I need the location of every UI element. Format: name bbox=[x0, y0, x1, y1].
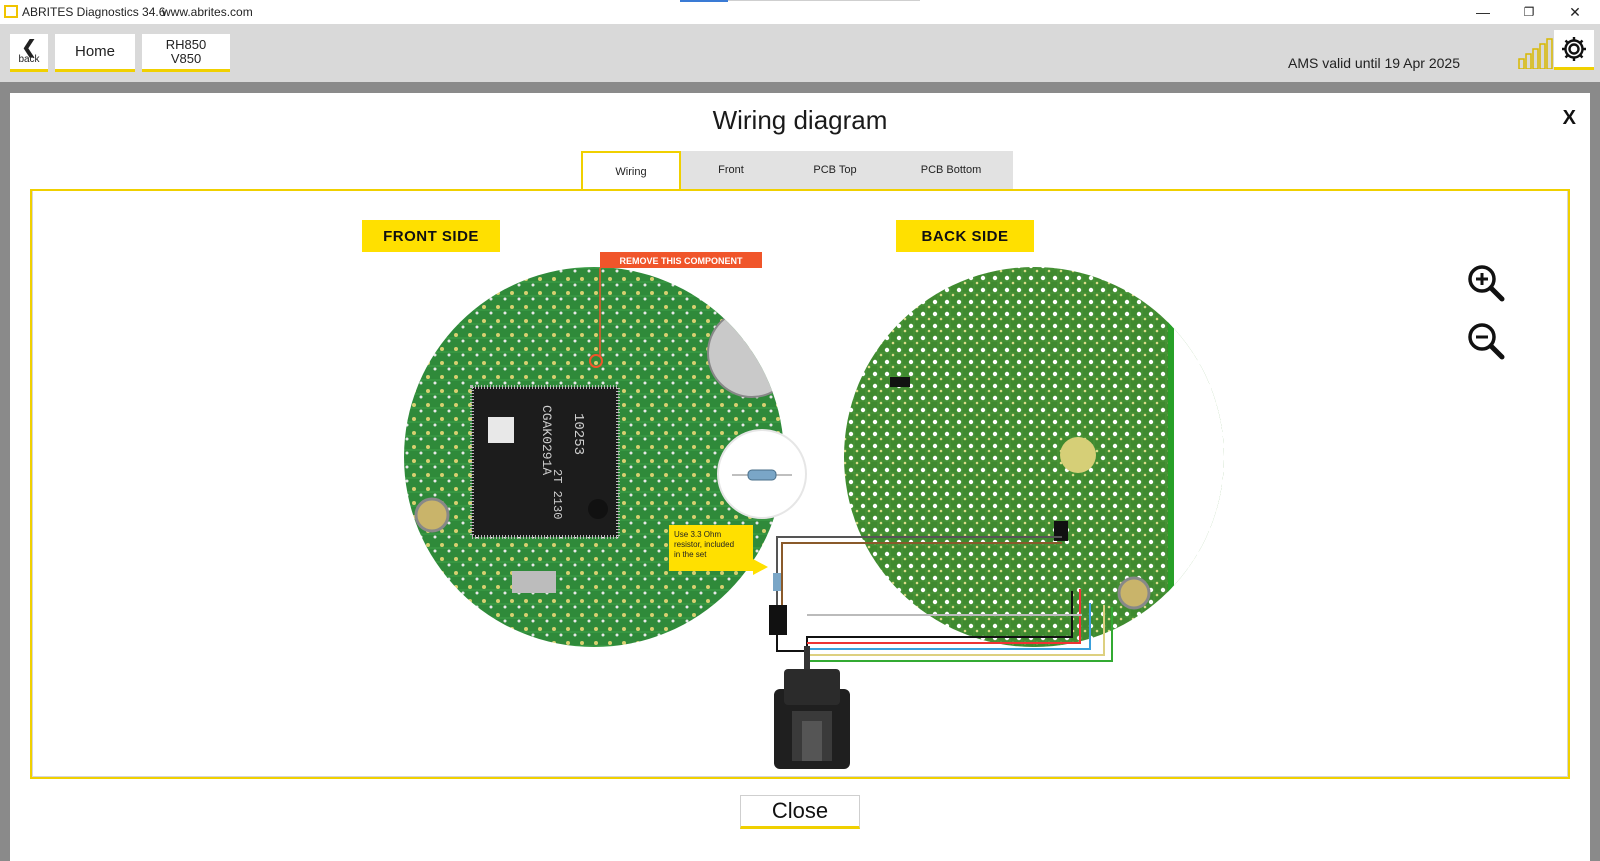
remove-component-label: REMOVE THIS COMPONENT bbox=[619, 256, 743, 266]
model-line-2: V850 bbox=[170, 50, 202, 66]
model-button[interactable]: RH850 V850 bbox=[142, 34, 230, 72]
window-url: www.abrites.com bbox=[162, 5, 253, 19]
app-logo-icon bbox=[4, 5, 18, 18]
dialog-close-x[interactable]: X bbox=[1563, 107, 1576, 130]
wiring-dialog: Wiring diagram X Wiring Front PCB Top PC… bbox=[10, 93, 1590, 861]
resistor-note-line1: Use 3.3 Ohm bbox=[674, 530, 721, 539]
ams-status: AMS valid until 19 Apr 2025 bbox=[1288, 55, 1460, 71]
wiring-diagram-image: 10253 CGAK0291A 2T 2130 REMOVE THIS COMP… bbox=[404, 252, 1224, 769]
chip-text-2: CGAK0291A bbox=[539, 405, 554, 475]
close-button[interactable]: Close bbox=[740, 795, 860, 829]
title-divider bbox=[728, 0, 920, 1]
tab-wiring[interactable]: Wiring bbox=[581, 151, 681, 191]
tab-pcb-top[interactable]: PCB Top bbox=[781, 151, 889, 189]
minimize-button[interactable]: — bbox=[1460, 0, 1506, 24]
window-title: ABRITES Diagnostics 34.6 bbox=[22, 5, 166, 19]
back-pcb-image bbox=[844, 267, 1224, 647]
resistor-note-line3: in the set bbox=[674, 550, 707, 559]
title-accent bbox=[680, 0, 728, 2]
window-close-button[interactable]: ✕ bbox=[1552, 0, 1598, 24]
tab-pcb-bottom[interactable]: PCB Bottom bbox=[889, 151, 1013, 189]
tab-bar: Wiring Front PCB Top PCB Bottom bbox=[581, 151, 1013, 191]
gear-icon bbox=[1562, 36, 1586, 61]
title-bar: ABRITES Diagnostics 34.6 www.abrites.com… bbox=[0, 0, 1600, 24]
zoom-out-icon[interactable] bbox=[1466, 321, 1506, 361]
dialog-title: Wiring diagram bbox=[712, 105, 888, 135]
restore-button[interactable]: ❐ bbox=[1506, 0, 1552, 24]
back-arrow-icon: ❮ bbox=[21, 36, 37, 57]
signal-strength-icon bbox=[1518, 38, 1553, 69]
back-label: back bbox=[18, 53, 40, 65]
diagram-panel: FRONT SIDE BACK SIDE 10253 CGAK0291A 2T … bbox=[30, 189, 1570, 779]
zoom-in-icon[interactable] bbox=[1466, 263, 1506, 303]
settings-button[interactable] bbox=[1554, 30, 1594, 70]
resistor-note-line2: resistor, included bbox=[674, 540, 734, 549]
home-button[interactable]: Home bbox=[55, 34, 135, 72]
back-button[interactable]: ❮ back bbox=[10, 34, 48, 72]
app-header: ❮ back Home RH850 V850 AMS valid until 1… bbox=[0, 24, 1600, 82]
chip-text-3: 2T 2130 bbox=[550, 469, 564, 519]
obd-connector-image bbox=[774, 669, 850, 769]
tab-front[interactable]: Front bbox=[681, 151, 781, 189]
model-line-1: RH850 bbox=[165, 36, 207, 52]
chip-text-1: 10253 bbox=[570, 413, 586, 455]
